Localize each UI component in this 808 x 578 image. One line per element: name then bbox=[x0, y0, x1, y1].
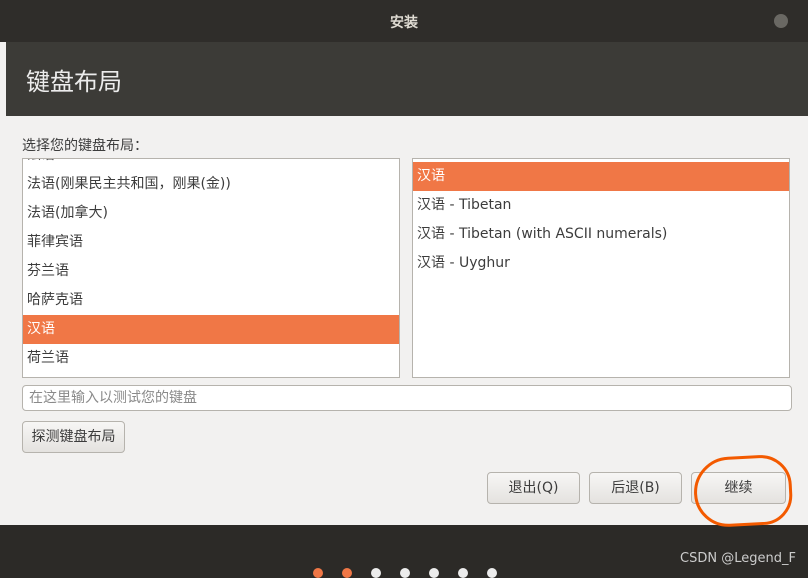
title-bar: 安装 bbox=[0, 0, 808, 42]
installer-window: 安装 键盘布局 选择您的键盘布局： 法语 法语(刚果民主共和国，刚果(金)) 法… bbox=[0, 0, 808, 529]
list-item[interactable]: 法语 bbox=[23, 159, 399, 170]
watermark: CSDN @Legend_F bbox=[680, 551, 796, 566]
layout-prompt: 选择您的键盘布局： bbox=[22, 138, 148, 154]
list-item[interactable]: 哈萨克语 bbox=[23, 286, 399, 315]
page-title: 键盘布局 bbox=[26, 68, 122, 96]
list-item-selected[interactable]: 汉语 bbox=[23, 315, 399, 344]
back-button[interactable]: 后退(B) bbox=[589, 472, 682, 504]
progress-dots bbox=[0, 568, 808, 578]
list-item[interactable]: 汉语 - Uyghur bbox=[413, 249, 789, 278]
page-header: 键盘布局 bbox=[6, 42, 808, 116]
list-item-selected[interactable]: 汉语 bbox=[413, 162, 789, 191]
list-item[interactable]: 法语(刚果民主共和国，刚果(金)) bbox=[23, 170, 399, 199]
list-item[interactable]: 汉语 - Tibetan (with ASCII numerals) bbox=[413, 220, 789, 249]
detect-layout-button[interactable]: 探测键盘布局 bbox=[22, 421, 125, 453]
list-item[interactable]: 法语(加拿大) bbox=[23, 199, 399, 228]
list-item[interactable]: 芬兰语 bbox=[23, 257, 399, 286]
list-item[interactable]: 汉语 - Tibetan bbox=[413, 191, 789, 220]
keyboard-test-input[interactable]: 在这里输入以测试您的键盘 bbox=[22, 385, 792, 411]
quit-button[interactable]: 退出(Q) bbox=[487, 472, 580, 504]
list-item[interactable]: 菲律宾语 bbox=[23, 228, 399, 257]
layout-list[interactable]: 法语 法语(刚果民主共和国，刚果(金)) 法语(加拿大) 菲律宾语 芬兰语 哈萨… bbox=[22, 158, 400, 378]
close-icon[interactable] bbox=[774, 14, 788, 28]
annotation-circle bbox=[692, 453, 794, 529]
window-title: 安装 bbox=[390, 15, 418, 31]
list-item[interactable]: 荷兰语 bbox=[23, 344, 399, 373]
variant-list[interactable]: 汉语 汉语 - Tibetan 汉语 - Tibetan (with ASCII… bbox=[412, 158, 790, 378]
